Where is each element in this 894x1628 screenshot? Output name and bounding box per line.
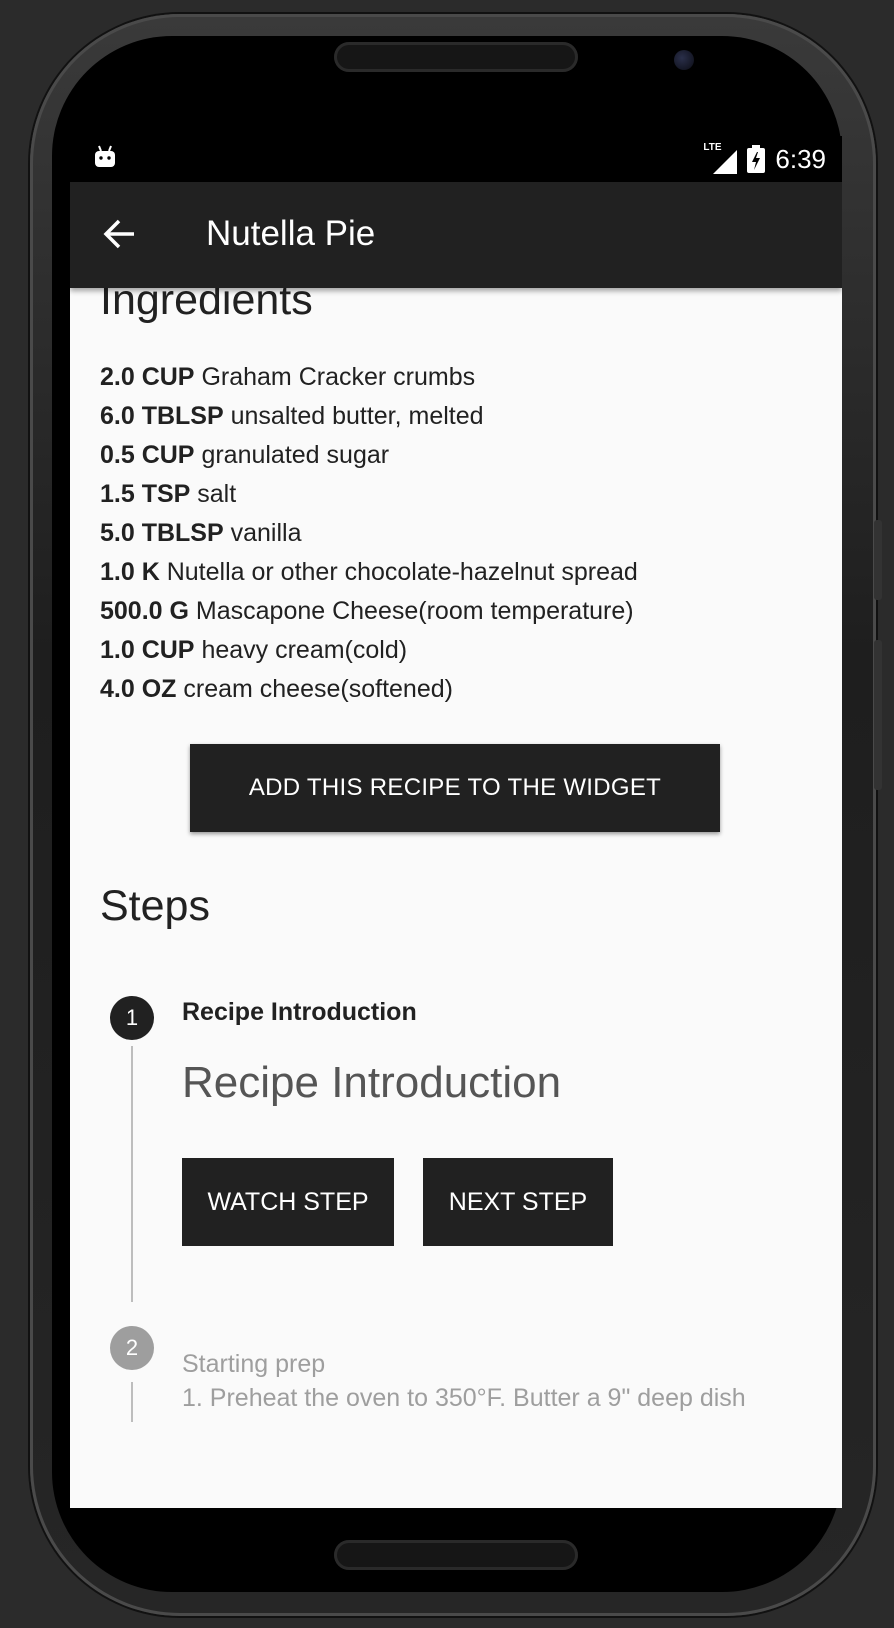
- ingredient-item: 1.0 K Nutella or other chocolate-hazelnu…: [100, 558, 638, 586]
- step-connector-line: [131, 1046, 133, 1302]
- app-bar: Nutella Pie: [70, 182, 842, 288]
- ingredient-item: 6.0 TBLSP unsalted butter, melted: [100, 402, 484, 430]
- ingredient-item: 2.0 CUP Graham Cracker crumbs: [100, 363, 476, 391]
- bottom-speaker: [334, 1540, 578, 1570]
- step-connector-line: [131, 1382, 133, 1422]
- ingredient-item: 500.0 G Mascapone Cheese(room temperatur…: [100, 597, 634, 625]
- next-step-button[interactable]: NEXT STEP: [423, 1158, 613, 1246]
- top-speaker: [334, 42, 578, 72]
- recipe-detail-content[interactable]: Ingredients 2.0 CUP Graham Cracker crumb…: [70, 288, 842, 1508]
- screen: LTE 6:39 Nutella Pie Ingredients 2.0 CUP…: [70, 136, 842, 1508]
- arrow-back-icon[interactable]: [100, 214, 140, 254]
- ingredient-item: 5.0 TBLSP vanilla: [100, 519, 302, 547]
- ingredient-item: 0.5 CUP granulated sugar: [100, 441, 390, 469]
- step-title-2[interactable]: Starting prep: [182, 1350, 325, 1379]
- steps-title: Steps: [100, 882, 210, 930]
- ingredients-list: 2.0 CUP Graham Cracker crumbs 6.0 TBLSP …: [100, 358, 820, 709]
- step-number-1[interactable]: 1: [110, 996, 154, 1040]
- step-title-1[interactable]: Recipe Introduction: [182, 998, 417, 1027]
- step-heading: Recipe Introduction: [182, 1058, 562, 1107]
- status-bar: LTE 6:39: [70, 136, 842, 182]
- step-number-2[interactable]: 2: [110, 1326, 154, 1370]
- ingredient-item: 1.5 TSP salt: [100, 480, 237, 508]
- status-icons: LTE 6:39: [703, 142, 826, 176]
- volume-button: [874, 520, 882, 600]
- ingredient-item: 1.0 CUP heavy cream(cold): [100, 636, 408, 664]
- status-time: 6:39: [775, 143, 826, 174]
- page-title: Nutella Pie: [206, 214, 376, 253]
- add-to-widget-button[interactable]: ADD THIS RECIPE TO THE WIDGET: [190, 744, 720, 832]
- power-button: [874, 640, 882, 790]
- front-camera: [674, 50, 694, 70]
- battery-charging-icon: [747, 145, 766, 173]
- ingredients-title: Ingredients: [100, 288, 313, 324]
- lte-signal-icon: LTE: [703, 142, 738, 174]
- step-description-2: 1. Preheat the oven to 350°F. Butter a 9…: [182, 1384, 746, 1412]
- ingredient-item: 4.0 OZ cream cheese(softened): [100, 675, 453, 703]
- android-notification-icon: [95, 145, 115, 167]
- watch-step-button[interactable]: WATCH STEP: [182, 1158, 394, 1246]
